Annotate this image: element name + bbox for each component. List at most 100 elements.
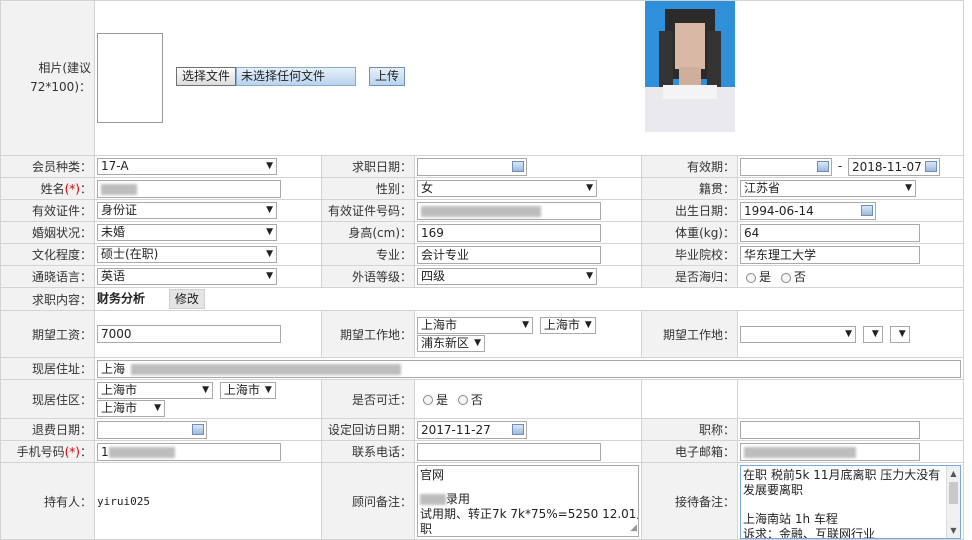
education-select[interactable]: 硕士(在职) ▼: [97, 246, 277, 263]
work-location-district-select[interactable]: 浦东新区 ▼: [417, 335, 485, 352]
calendar-icon[interactable]: [817, 160, 829, 172]
calendar-icon[interactable]: [512, 160, 524, 172]
overseas-label: 是否海归：: [641, 265, 738, 288]
visit-date-label: 设定回访日期：: [321, 418, 415, 441]
id-type-select[interactable]: 身份证 ▼: [97, 202, 277, 219]
major-label: 专业：: [321, 243, 415, 266]
major-input[interactable]: 会计专业: [417, 245, 601, 264]
relocate-no-label: 否: [470, 392, 483, 407]
consultant-note-textarea[interactable]: 官网 录用 试用期、转正7k 7k*75%=5250 12.01入 职 ◢: [417, 465, 639, 537]
calendar-icon[interactable]: [861, 204, 873, 216]
chevron-down-icon: ▼: [266, 227, 273, 237]
edit-button[interactable]: 修改: [168, 289, 205, 309]
photo-label: 相片(建议72*100)：: [0, 0, 95, 156]
school-input[interactable]: 华东理工大学: [740, 245, 920, 264]
work-location-province-select[interactable]: 上海市 ▼: [417, 317, 533, 334]
member-type-label: 会员种类：: [0, 155, 95, 178]
relocate-no-radio[interactable]: [457, 395, 468, 405]
chevron-down-icon: ▼: [266, 271, 273, 281]
gender-select[interactable]: 女 ▼: [417, 180, 597, 197]
visit-date-input[interactable]: 2017-11-27: [417, 420, 527, 439]
redacted-text: [420, 494, 446, 505]
job-date-input[interactable]: [417, 157, 527, 176]
redacted-text: [108, 446, 175, 458]
reception-note-textarea[interactable]: 在职 税前5k 11月底离职 压力大没有 发展要离职 上海南站 1h 车程 诉求…: [740, 465, 961, 539]
salary-input[interactable]: 7000: [97, 325, 281, 343]
language-label: 通晓语言：: [0, 265, 95, 288]
work-location-2-province-select[interactable]: ▼: [740, 325, 856, 343]
required-mark: (*): [64, 445, 80, 459]
file-picker[interactable]: 选择文件 未选择任何文件: [176, 67, 357, 86]
redacted-text: [421, 205, 541, 217]
job-title-label: 职称：: [641, 418, 738, 441]
job-title-input[interactable]: [740, 420, 920, 439]
validity-start-input[interactable]: [740, 157, 832, 176]
mobile-label: 手机号码(*)：: [0, 440, 95, 463]
consultant-note-label: 顾问备注：: [321, 462, 415, 540]
relocate-yes-label: 是: [436, 392, 449, 407]
marriage-select[interactable]: 未婚 ▼: [97, 224, 277, 241]
no-file-text: 未选择任何文件: [236, 67, 357, 86]
id-number-input[interactable]: [417, 201, 601, 220]
calendar-icon[interactable]: [512, 423, 524, 435]
district-city-select[interactable]: 上海市 ▼: [219, 382, 276, 399]
address-input[interactable]: 上海: [97, 359, 961, 378]
overseas-yes-radio[interactable]: [746, 272, 756, 283]
work-location-2-label: 期望工作地：: [641, 310, 738, 358]
id-number-label: 有效证件号码：: [321, 199, 415, 222]
chevron-down-icon: ▼: [584, 320, 592, 330]
member-type-select[interactable]: 17-A ▼: [97, 158, 277, 175]
scroll-up-icon[interactable]: ▲: [947, 466, 960, 481]
calendar-icon[interactable]: [192, 423, 204, 435]
redacted-text: [744, 446, 856, 458]
height-label: 身高(cm)：: [321, 221, 415, 244]
chevron-down-icon: ▼: [586, 183, 593, 193]
member-photo: [645, 1, 735, 132]
scrollbar-thumb[interactable]: [949, 482, 958, 504]
refund-date-input[interactable]: [97, 420, 207, 439]
calendar-icon[interactable]: [925, 160, 937, 172]
district-area-select[interactable]: 上海市 ▼: [97, 400, 165, 417]
native-label: 籍贯：: [641, 177, 738, 200]
weight-input[interactable]: 64: [740, 223, 920, 242]
overseas-no-label: 否: [793, 270, 806, 284]
name-input[interactable]: [97, 179, 281, 198]
job-content-label: 求职内容：: [0, 287, 95, 311]
validity-label: 有效期：: [641, 155, 738, 178]
relocate-label: 是否可迁：: [321, 379, 415, 419]
resize-handle-icon[interactable]: ◢: [630, 521, 637, 536]
redacted-text: [101, 183, 137, 195]
language-select[interactable]: 英语 ▼: [97, 268, 277, 285]
chevron-down-icon: ▼: [898, 328, 906, 339]
validity-end-input[interactable]: 2018-11-07: [848, 157, 940, 176]
overseas-no-radio[interactable]: [780, 272, 791, 283]
scrollbar[interactable]: ▲ ▼: [946, 466, 960, 538]
mobile-input[interactable]: 1: [97, 442, 281, 461]
work-location-2-district-select[interactable]: ▼: [889, 325, 910, 343]
salary-label: 期望工资：: [0, 310, 95, 358]
job-content-value: 财务分析: [97, 291, 146, 306]
choose-file-button[interactable]: 选择文件: [176, 67, 237, 86]
email-input[interactable]: [740, 442, 920, 461]
work-location-label: 期望工作地：: [321, 310, 415, 358]
tel-input[interactable]: [417, 442, 601, 461]
education-label: 文化程度：: [0, 243, 95, 266]
district-province-select[interactable]: 上海市 ▼: [97, 382, 213, 399]
chevron-down-icon: ▼: [154, 403, 161, 413]
chevron-down-icon: ▼: [264, 385, 272, 395]
school-label: 毕业院校：: [641, 243, 738, 266]
height-input[interactable]: 169: [417, 223, 601, 242]
address-label: 现居住址：: [0, 357, 95, 380]
chevron-down-icon: ▼: [266, 249, 273, 259]
holder-value: yirui025: [94, 462, 322, 540]
work-location-city-select[interactable]: 上海市 ▼: [539, 317, 596, 334]
reception-note-label: 接待备注：: [641, 462, 738, 540]
birth-date-input[interactable]: 1994-06-14: [740, 201, 876, 220]
birth-date-label: 出生日期：: [641, 199, 738, 222]
holder-label: 持有人：: [0, 462, 95, 540]
native-select[interactable]: 江苏省 ▼: [740, 180, 916, 197]
relocate-yes-radio[interactable]: [423, 395, 433, 405]
work-location-2-city-select[interactable]: ▼: [862, 325, 883, 343]
upload-button[interactable]: 上传: [369, 67, 406, 86]
language-level-select[interactable]: 四级 ▼: [417, 268, 597, 285]
